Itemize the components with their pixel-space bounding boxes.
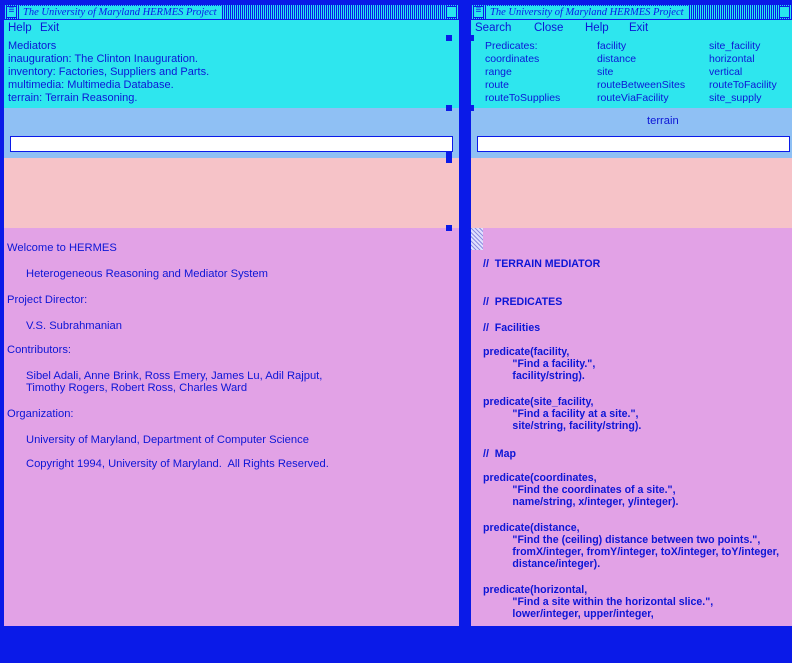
code-line: fromX/integer, fromY/integer, toX/intege…	[483, 546, 780, 558]
copyright: Copyright 1994, University of Maryland. …	[26, 458, 329, 470]
code-line: "Find a facility.",	[483, 358, 596, 370]
title-bar[interactable]: ≡ The University of Maryland HERMES Proj…	[4, 4, 459, 20]
predicate-item[interactable]: site_supply	[709, 92, 762, 105]
code-line: lower/integer, upper/integer,	[483, 608, 654, 620]
code-line: "Find a facility at a site.",	[483, 408, 639, 420]
director-label: Project Director:	[7, 294, 88, 306]
mediator-list[interactable]: Mediators inauguration: The Clinton Inau…	[4, 38, 459, 108]
predicate-item[interactable]: vertical	[709, 66, 742, 79]
code-line: "Find a site within the horizontal slice…	[483, 596, 714, 608]
contributors-line-2: Timothy Rogers, Robert Ross, Charles War…	[26, 382, 248, 394]
predicate-item[interactable]: site	[597, 66, 613, 79]
pane-sash[interactable]	[446, 157, 452, 163]
menu-bar: Help Exit	[4, 20, 459, 38]
organization-label: Organization:	[7, 408, 74, 420]
menu-bar: Search Close Help Exit	[471, 20, 792, 38]
code-line: predicate(distance,	[483, 522, 580, 534]
code-line: predicate(horizontal,	[483, 584, 588, 596]
code-line: // TERRAIN MEDIATOR	[483, 258, 601, 270]
maximize-button[interactable]	[779, 6, 790, 18]
code-line: facility/string).	[483, 370, 585, 382]
predicate-item[interactable]: routeBetweenSites	[597, 79, 685, 92]
code-line: predicate(coordinates,	[483, 472, 597, 484]
code-line: "Find the (ceiling) distance between two…	[483, 534, 761, 546]
welcome-text-pane: Welcome to HERMES Heterogeneous Reasonin…	[4, 228, 459, 626]
menu-help[interactable]: Help	[8, 22, 32, 35]
menu-exit[interactable]: Exit	[629, 22, 648, 35]
input-area	[4, 108, 459, 158]
menu-search[interactable]: Search	[475, 22, 511, 35]
welcome-heading: Welcome to HERMES	[7, 242, 117, 254]
predicate-item[interactable]: site_facility	[709, 40, 760, 53]
input-area: terrain	[471, 108, 792, 158]
window-title: The University of Maryland HERMES Projec…	[19, 6, 221, 19]
code-line: // PREDICATES	[483, 296, 563, 308]
output-pane	[4, 158, 459, 228]
scroll-handle[interactable]	[471, 228, 483, 250]
code-line: predicate(facility,	[483, 346, 570, 358]
window-menu-button[interactable]: ≡	[6, 6, 17, 18]
list-item[interactable]: inauguration: The Clinton Inauguration.	[8, 53, 198, 66]
window-menu-button[interactable]: ≡	[473, 6, 484, 18]
predicate-item[interactable]: horizontal	[709, 53, 755, 66]
window-title: The University of Maryland HERMES Projec…	[486, 6, 688, 19]
predicate-item[interactable]: distance	[597, 53, 636, 66]
menu-help[interactable]: Help	[585, 22, 609, 35]
code-line: // Facilities	[483, 322, 541, 334]
pane-sash[interactable]	[446, 225, 452, 231]
menu-exit[interactable]: Exit	[40, 22, 59, 35]
predicate-item[interactable]: routeToSupplies	[485, 92, 560, 105]
list-item[interactable]: Mediators	[8, 40, 56, 53]
output-pane	[471, 158, 792, 228]
mediator-code-pane[interactable]: // TERRAIN MEDIATOR // PREDICATES // Fac…	[471, 228, 792, 626]
contributors-label: Contributors:	[7, 344, 72, 356]
pane-sash[interactable]	[446, 35, 452, 41]
code-line: "Find the coordinates of a site.",	[483, 484, 676, 496]
predicate-item[interactable]: range	[485, 66, 512, 79]
pane-sash[interactable]	[446, 105, 452, 111]
pane-sash[interactable]	[471, 35, 474, 41]
command-input[interactable]	[10, 136, 453, 152]
code-line: name/string, x/integer, y/integer).	[483, 496, 679, 508]
list-item[interactable]: inventory: Factories, Suppliers and Part…	[8, 66, 209, 79]
selected-mediator-label: terrain	[647, 115, 679, 127]
menu-close[interactable]: Close	[534, 22, 563, 35]
code-line: // Map	[483, 448, 516, 460]
code-line: distance/integer).	[483, 558, 601, 570]
maximize-button[interactable]	[446, 6, 457, 18]
director-name: V.S. Subrahmanian	[26, 320, 122, 332]
predicate-item[interactable]: coordinates	[485, 53, 539, 66]
hermes-main-window: ≡ The University of Maryland HERMES Proj…	[4, 4, 459, 626]
code-line: site/string, facility/string).	[483, 420, 642, 432]
predicate-item[interactable]: facility	[597, 40, 626, 53]
predicate-list[interactable]: Predicates: facility site_facility coord…	[471, 38, 792, 108]
title-bar[interactable]: ≡ The University of Maryland HERMES Proj…	[471, 4, 792, 20]
pane-sash[interactable]	[471, 105, 474, 111]
organization-name: University of Maryland, Department of Co…	[26, 434, 309, 446]
terrain-mediator-window: ≡ The University of Maryland HERMES Proj…	[471, 4, 792, 626]
code-line: predicate(site_facility,	[483, 396, 594, 408]
predicate-item[interactable]: route	[485, 79, 509, 92]
list-item[interactable]: multimedia: Multimedia Database.	[8, 79, 174, 92]
predicate-item[interactable]: routeViaFacility	[597, 92, 669, 105]
list-item[interactable]: terrain: Terrain Reasoning.	[8, 92, 137, 105]
system-name: Heterogeneous Reasoning and Mediator Sys…	[26, 268, 268, 280]
query-input[interactable]	[477, 136, 790, 152]
predicate-item[interactable]: routeToFacility	[709, 79, 777, 92]
predicate-item[interactable]: Predicates:	[485, 40, 538, 53]
